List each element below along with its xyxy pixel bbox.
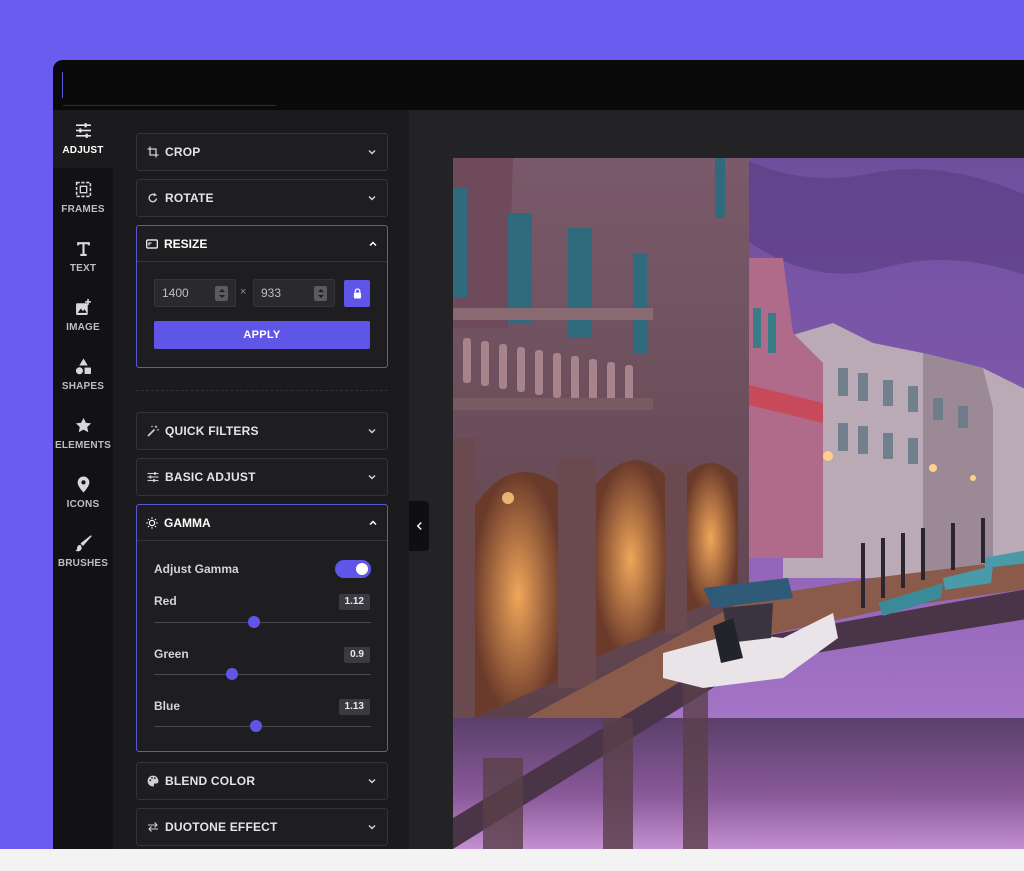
chevron-down-icon [367, 472, 377, 482]
red-value-badge: 1.12 [338, 594, 370, 610]
nav-adjust[interactable]: ADJUST [53, 110, 113, 168]
gamma-section: GAMMA Adjust Gamma Red 1.12 Green 0.9 Bl… [136, 504, 388, 752]
nav-shapes[interactable]: SHAPES [53, 346, 113, 404]
green-slider-thumb[interactable] [226, 668, 239, 680]
collapse-panel-button[interactable] [409, 501, 429, 551]
blue-slider-thumb[interactable] [249, 720, 262, 732]
dimension-separator: × [240, 286, 247, 298]
nav-label: FRAMES [61, 204, 105, 215]
nav-icons[interactable]: ICONS [53, 464, 113, 522]
section-title: RESIZE [164, 236, 208, 251]
palette-icon [147, 775, 159, 787]
chevron-down-icon [367, 193, 377, 203]
rotate-icon [147, 192, 159, 204]
green-slider-label: Green [154, 647, 189, 661]
toggle-knob [356, 563, 368, 575]
blend-color-section-header[interactable]: BLEND COLOR [136, 762, 388, 800]
rotate-section-header[interactable]: ROTATE [136, 179, 388, 217]
nav-label: ICONS [66, 499, 100, 510]
chevron-down-icon [367, 147, 377, 157]
blue-slider-label: Blue [154, 699, 181, 713]
red-slider-thumb[interactable] [247, 616, 260, 628]
adjust-gamma-label: Adjust Gamma [154, 562, 239, 576]
adjust-panel: CROP ROTATE RESIZE × [113, 110, 409, 849]
add-image-icon [75, 299, 91, 315]
aspect-lock-button[interactable] [344, 280, 370, 307]
nav-label: ELEMENTS [54, 440, 112, 451]
venice-canal-photo [453, 158, 1024, 849]
nav-frames[interactable]: FRAMES [53, 169, 113, 227]
magic-wand-icon [147, 425, 159, 437]
nav-label: IMAGE [66, 322, 100, 333]
basic-adjust-section-header[interactable]: BASIC ADJUST [136, 458, 388, 496]
crop-section-header[interactable]: CROP [136, 133, 388, 171]
blue-value-badge: 1.13 [338, 699, 370, 715]
nav-label: BRUSHES [57, 558, 109, 569]
section-divider [136, 390, 388, 391]
brush-icon [75, 535, 92, 552]
section-title: GAMMA [164, 515, 211, 530]
resize-icon [146, 238, 158, 250]
swap-icon [147, 821, 159, 833]
canvas-area [409, 110, 1024, 849]
shapes-icon [75, 358, 91, 375]
editor-window: ADJUST FRAMES TEXT IMAGE SHAPES ELEMENTS… [53, 60, 1024, 849]
width-input[interactable] [162, 286, 208, 300]
chevron-down-icon [367, 776, 377, 786]
chevron-down-icon [367, 822, 377, 832]
adjust-gamma-toggle[interactable] [335, 560, 371, 578]
chevron-up-icon [368, 518, 378, 528]
resize-body: × APPLY [137, 262, 387, 367]
sliders-icon [75, 123, 91, 138]
red-slider-label: Red [154, 594, 177, 608]
width-stepper[interactable] [215, 286, 228, 301]
tool-sidebar: ADJUST FRAMES TEXT IMAGE SHAPES ELEMENTS… [53, 110, 113, 849]
section-title: BASIC ADJUST [165, 470, 256, 484]
section-title: ROTATE [165, 191, 214, 205]
chevron-up-icon [368, 239, 378, 249]
resize-section: RESIZE × APPLY [136, 225, 388, 368]
nav-label: SHAPES [61, 381, 105, 392]
nav-brushes[interactable]: BRUSHES [53, 523, 113, 581]
section-title: DUOTONE EFFECT [165, 820, 278, 834]
duotone-section-header[interactable]: DUOTONE EFFECT [136, 808, 388, 846]
blue-slider[interactable] [154, 720, 371, 732]
nav-image[interactable]: IMAGE [53, 287, 113, 345]
chevron-down-icon [367, 426, 377, 436]
section-title: QUICK FILTERS [165, 424, 259, 438]
apply-button[interactable]: APPLY [154, 321, 370, 349]
section-title: BLEND COLOR [165, 774, 256, 788]
canvas-image[interactable] [453, 158, 1024, 849]
nav-text[interactable]: TEXT [53, 228, 113, 286]
text-cursor [62, 72, 63, 98]
tune-icon [147, 471, 159, 483]
nav-label: TEXT [69, 263, 97, 274]
chevron-left-icon [416, 522, 422, 530]
text-icon [76, 242, 90, 256]
title-bar [53, 60, 1024, 110]
height-input[interactable] [261, 286, 307, 300]
resize-section-header[interactable]: RESIZE [137, 226, 387, 262]
lock-icon [353, 288, 361, 299]
red-slider[interactable] [154, 616, 371, 628]
crop-icon [147, 146, 159, 158]
height-stepper[interactable] [314, 286, 327, 301]
frame-icon [75, 181, 91, 198]
nav-label: ADJUST [62, 145, 104, 156]
height-field[interactable] [253, 279, 335, 307]
gamma-section-header[interactable]: GAMMA [137, 505, 387, 541]
map-pin-icon [77, 476, 89, 493]
sun-icon [146, 516, 158, 529]
section-title: CROP [165, 145, 201, 159]
page-footer-strip [0, 849, 1024, 871]
star-icon [75, 417, 91, 433]
green-value-badge: 0.9 [344, 647, 370, 663]
quick-filters-section-header[interactable]: QUICK FILTERS [136, 412, 388, 450]
title-underline [63, 105, 276, 106]
width-field[interactable] [154, 279, 236, 307]
nav-elements[interactable]: ELEMENTS [53, 405, 113, 463]
gamma-body: Adjust Gamma Red 1.12 Green 0.9 Blue 1.1… [137, 541, 387, 751]
green-slider[interactable] [154, 668, 371, 680]
